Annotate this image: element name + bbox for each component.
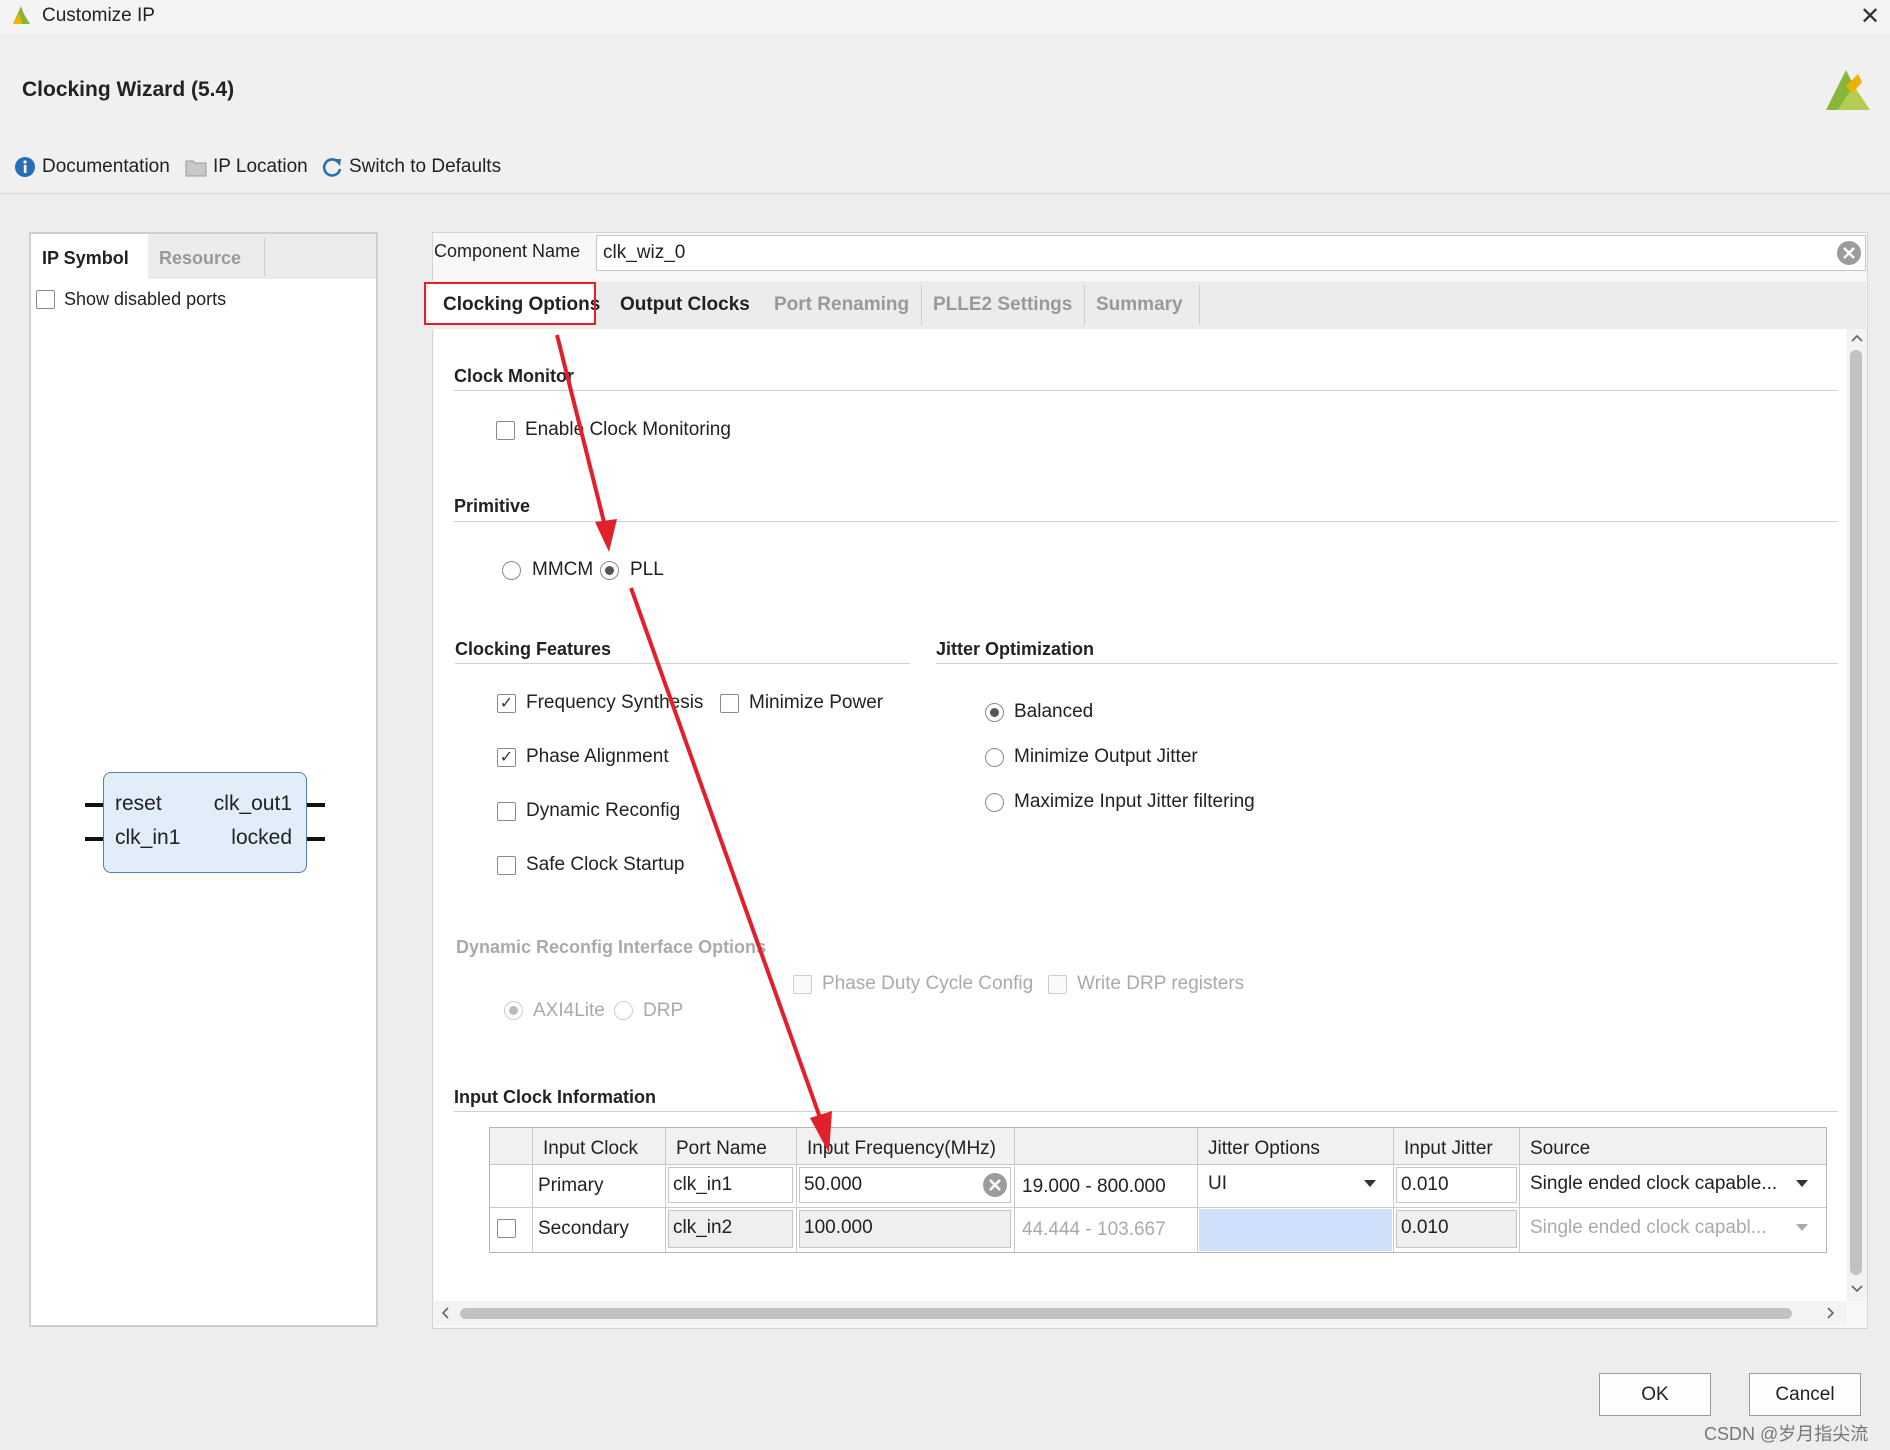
watermark: CSDN @岁月指尖流 <box>1704 1424 1869 1444</box>
arrow-line <box>555 334 608 531</box>
arrow-head <box>595 519 617 552</box>
annotation-arrows <box>555 334 832 1153</box>
ok-button[interactable]: OK <box>1599 1373 1711 1416</box>
arrow-head <box>810 1111 832 1153</box>
arrow-line <box>629 587 825 1127</box>
cancel-button[interactable]: Cancel <box>1749 1373 1861 1416</box>
